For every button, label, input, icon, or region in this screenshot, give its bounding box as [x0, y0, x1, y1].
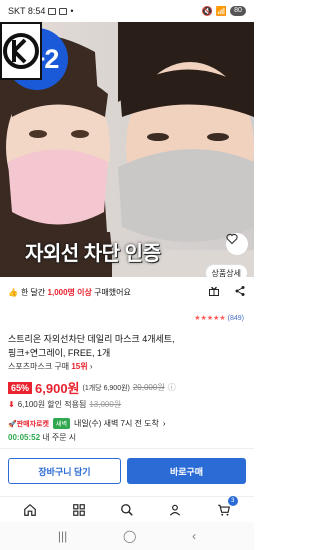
chevron-right-icon: ›: [89, 362, 93, 371]
product-title-line2: 핑크+연그레이, FREE, 1개: [8, 348, 111, 358]
status-time: SKT 8:54: [8, 6, 46, 16]
wishlist-heart-icon[interactable]: [226, 233, 248, 255]
system-back-icon[interactable]: ‹: [192, 529, 196, 543]
message-icon: [48, 7, 57, 15]
coupon-text: 6,100원 할인 적용됨: [17, 400, 87, 409]
mute-icon: 🔇: [201, 5, 213, 16]
purchase-note-row: 👍 한 달간 1,000명 이상 구매했어요: [8, 284, 246, 300]
hero-overlay-text: 자외선 차단 인증: [25, 243, 161, 265]
product-title: 스트리온 자외선차단 데일리 마스크 4개세트, 핑크+연그레이, FREE, …: [8, 332, 244, 360]
cutoff-time: 00:05:52: [8, 433, 41, 442]
home-icon[interactable]: [21, 501, 39, 519]
stars-icon: ★★★★★: [194, 315, 226, 322]
purchase-suffix: 구매했어요: [94, 287, 131, 297]
dawn-delivery-tag: 새벽: [52, 418, 70, 429]
gift-icon[interactable]: [208, 285, 220, 299]
down-arrow-icon: ⬇: [8, 400, 15, 409]
unit-price: (1개당 6,900원): [82, 384, 130, 392]
chevron-right-icon: ›: [162, 419, 166, 428]
product-detail-button[interactable]: 상품상세: [204, 264, 248, 277]
action-bar: 장바구니 담기 바로구매: [0, 448, 254, 496]
rating-stars[interactable]: ★★★★★ (849): [194, 314, 244, 323]
coupon-strike-price: 13,000원: [89, 400, 122, 409]
category-grid-icon[interactable]: [70, 501, 88, 519]
battery-badge: 80: [230, 6, 246, 16]
product-title-line1: 스트리온 자외선차단 데일리 마스크 4개세트,: [8, 334, 175, 344]
cart-icon[interactable]: 3: [215, 495, 238, 519]
wifi-icon: 📶: [215, 5, 227, 16]
current-price: 6,900원: [35, 381, 80, 396]
delivery-date: 내일(수) 새벽 7시 전 도착: [73, 419, 159, 428]
seller-rank-link[interactable]: 스포츠마스크 구매 15위 ›: [8, 361, 93, 372]
notification-icon: [59, 7, 68, 15]
review-count: (849): [227, 314, 244, 322]
seller-rocket-badge: 🚀판매자로켓: [8, 420, 49, 428]
purchase-prefix: 한 달간: [20, 287, 46, 297]
add-to-cart-button[interactable]: 장바구니 담기: [8, 458, 121, 484]
cart-count-badge: 3: [227, 495, 238, 506]
price-row: 65% 6,900원 (1개당 6,900원) 20,000원 ⓘ: [8, 379, 176, 396]
system-navigation-bar: ||| ◯ ‹: [0, 522, 254, 550]
delivery-row[interactable]: 🚀판매자로켓 새벽 내일(수) 새벽 7시 전 도착 ›: [8, 418, 166, 429]
original-price: 20,000원: [132, 383, 165, 392]
share-icon[interactable]: [234, 285, 246, 299]
discount-badge: 65%: [8, 381, 33, 394]
product-hero-image[interactable]: 2+2 ‹ 자외선 차단 인증 상품상세: [0, 22, 254, 277]
purchase-count: 1,000명 이상: [47, 287, 92, 297]
recent-apps-icon[interactable]: |||: [58, 529, 67, 543]
buy-now-button[interactable]: 바로구매: [127, 458, 246, 484]
search-icon[interactable]: [118, 501, 136, 519]
order-cutoff: 00:05:52 내 주문 시: [8, 432, 76, 443]
bottom-navigation: 3: [0, 495, 254, 522]
my-account-icon[interactable]: [166, 501, 184, 519]
kc-certification-logo: [0, 22, 42, 80]
more-dots-icon: •: [70, 6, 74, 16]
info-icon[interactable]: ⓘ: [168, 382, 176, 393]
status-bar: SKT 8:54 • 🔇 📶 80: [0, 0, 254, 22]
thumbs-up-icon: 👍: [8, 287, 18, 297]
home-circle-icon[interactable]: ◯: [123, 529, 136, 543]
seller-rank: 15위: [71, 362, 88, 371]
cutoff-suffix: 내 주문 시: [42, 433, 77, 442]
seller-category: 스포츠마스크 구매: [8, 362, 70, 371]
coupon-row: ⬇ 6,100원 할인 적용됨 13,000원: [8, 399, 121, 410]
